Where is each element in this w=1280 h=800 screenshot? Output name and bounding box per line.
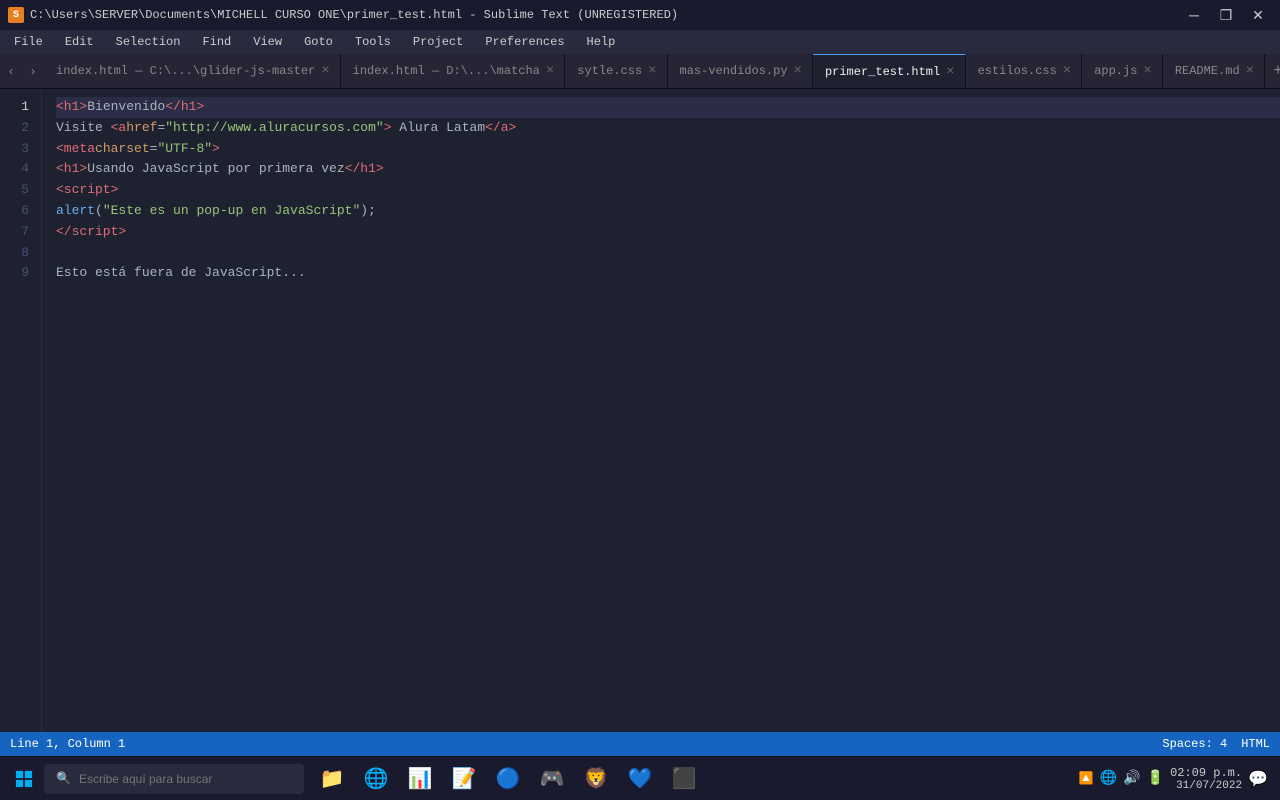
network-icon[interactable]: 🌐 xyxy=(1100,770,1117,787)
line-number: 7 xyxy=(0,222,29,243)
indentation-info[interactable]: Spaces: 4 xyxy=(1162,737,1227,751)
tab-tab8[interactable]: README.md × xyxy=(1163,54,1265,88)
taskbar-app-word[interactable]: 📝 xyxy=(444,759,484,799)
menu-item-preferences[interactable]: Preferences xyxy=(475,33,574,51)
battery-icon[interactable]: 🔋 xyxy=(1147,770,1164,787)
tab-tab7[interactable]: app.js × xyxy=(1082,54,1163,88)
window-controls: ─ ❐ ✕ xyxy=(1180,5,1272,25)
tab-close-icon[interactable]: × xyxy=(946,65,954,79)
clock-date: 31/07/2022 xyxy=(1170,780,1242,792)
status-left: Line 1, Column 1 xyxy=(10,737,125,751)
code-line[interactable]: alert("Este es un pop-up en JavaScript")… xyxy=(56,201,1280,222)
taskbar-app-cs-app[interactable]: 🎮 xyxy=(532,759,572,799)
code-line[interactable]: Esto está fuera de JavaScript... xyxy=(56,263,1280,284)
tab-tab6[interactable]: estilos.css × xyxy=(966,54,1083,88)
menu-item-project[interactable]: Project xyxy=(403,33,473,51)
tab-tab2[interactable]: index.html — D:\...\matcha × xyxy=(341,54,566,88)
tab-close-icon[interactable]: × xyxy=(648,64,656,78)
code-editor[interactable]: <h1>Bienvenido</h1>Visite <a href="http:… xyxy=(42,89,1280,732)
status-bar: Line 1, Column 1 Spaces: 4 HTML xyxy=(0,732,1280,756)
menu-item-goto[interactable]: Goto xyxy=(294,33,343,51)
tab-label: primer_test.html xyxy=(825,65,940,79)
new-tab-button[interactable]: + xyxy=(1265,54,1280,88)
tab-prev-button[interactable]: ‹ xyxy=(0,54,22,88)
tab-label: estilos.css xyxy=(978,64,1057,78)
line-number: 5 xyxy=(0,180,29,201)
search-icon: 🔍 xyxy=(56,771,71,786)
line-number: 8 xyxy=(0,243,29,264)
taskbar-app-icons: 📁🌐📊📝🔵🎮🦁💙⬛ xyxy=(312,759,704,799)
taskbar-app-brave[interactable]: 🦁 xyxy=(576,759,616,799)
menu-item-find[interactable]: Find xyxy=(192,33,241,51)
title-bar: S C:\Users\SERVER\Documents\MICHELL CURS… xyxy=(0,0,1280,30)
tab-close-icon[interactable]: × xyxy=(321,64,329,78)
tab-label: index.html — C:\...\glider-js-master xyxy=(56,64,315,78)
code-line[interactable]: <meta charset="UTF-8"> xyxy=(56,139,1280,160)
file-type[interactable]: HTML xyxy=(1241,737,1270,751)
menu-item-selection[interactable]: Selection xyxy=(106,33,191,51)
code-line[interactable]: </script> xyxy=(56,222,1280,243)
menu-bar: FileEditSelectionFindViewGotoToolsProjec… xyxy=(0,30,1280,54)
taskbar: 🔍 📁🌐📊📝🔵🎮🦁💙⬛ 🔼 🌐 🔊 🔋 02:09 p.m. 31/07/202… xyxy=(0,756,1280,800)
taskbar-app-vs-code[interactable]: 💙 xyxy=(620,759,660,799)
clock-time: 02:09 p.m. xyxy=(1170,766,1242,780)
code-line[interactable]: <h1>Usando JavaScript por primera vez</h… xyxy=(56,159,1280,180)
tab-label: mas-vendidos.py xyxy=(680,64,788,78)
cursor-position: Line 1, Column 1 xyxy=(10,737,125,751)
sublime-icon: S xyxy=(8,7,24,23)
line-number: 3 xyxy=(0,139,29,160)
code-line[interactable]: <h1>Bienvenido</h1> xyxy=(56,97,1280,118)
taskbar-app-edge-browser[interactable]: 🌐 xyxy=(356,759,396,799)
line-number: 1 xyxy=(0,97,29,118)
window-title: C:\Users\SERVER\Documents\MICHELL CURSO … xyxy=(30,8,678,22)
status-right: Spaces: 4 HTML xyxy=(1162,737,1270,751)
title-bar-left: S C:\Users\SERVER\Documents\MICHELL CURS… xyxy=(8,7,678,23)
line-number: 2 xyxy=(0,118,29,139)
line-number: 9 xyxy=(0,263,29,284)
windows-logo-icon xyxy=(15,770,33,788)
volume-icon[interactable]: 🔊 xyxy=(1123,770,1140,787)
tab-close-icon[interactable]: × xyxy=(794,64,802,78)
tab-tab4[interactable]: mas-vendidos.py × xyxy=(668,54,813,88)
tab-tab1[interactable]: index.html — C:\...\glider-js-master × xyxy=(44,54,341,88)
taskbar-search-input[interactable] xyxy=(79,772,279,786)
close-button[interactable]: ✕ xyxy=(1244,5,1272,25)
caret-up-icon[interactable]: 🔼 xyxy=(1079,771,1094,786)
tab-tab3[interactable]: sytle.css × xyxy=(565,54,667,88)
tab-close-icon[interactable]: × xyxy=(1246,64,1254,78)
tab-label: app.js xyxy=(1094,64,1137,78)
tab-label: README.md xyxy=(1175,64,1240,78)
taskbar-app-sublime[interactable]: ⬛ xyxy=(664,759,704,799)
tab-label: sytle.css xyxy=(577,64,642,78)
menu-item-tools[interactable]: Tools xyxy=(345,33,401,51)
taskbar-search-box[interactable]: 🔍 xyxy=(44,764,304,794)
menu-item-edit[interactable]: Edit xyxy=(55,33,104,51)
tab-close-icon[interactable]: × xyxy=(546,64,554,78)
tab-bar: ‹ › index.html — C:\...\glider-js-master… xyxy=(0,54,1280,89)
line-number: 6 xyxy=(0,201,29,222)
tab-close-icon[interactable]: × xyxy=(1143,64,1151,78)
minimize-button[interactable]: ─ xyxy=(1180,5,1208,25)
code-line[interactable]: Visite <a href="http://www.aluracursos.c… xyxy=(56,118,1280,139)
editor-area: 123456789 <h1>Bienvenido</h1>Visite <a h… xyxy=(0,89,1280,732)
menu-item-help[interactable]: Help xyxy=(577,33,626,51)
tab-next-button[interactable]: › xyxy=(22,54,44,88)
tab-tab5[interactable]: primer_test.html × xyxy=(813,54,966,88)
code-line[interactable]: <script> xyxy=(56,180,1280,201)
code-line[interactable] xyxy=(56,243,1280,264)
line-numbers: 123456789 xyxy=(0,89,42,732)
taskbar-app-chrome[interactable]: 🔵 xyxy=(488,759,528,799)
line-number: 4 xyxy=(0,159,29,180)
maximize-button[interactable]: ❐ xyxy=(1212,5,1240,25)
tab-close-icon[interactable]: × xyxy=(1063,64,1071,78)
tab-label: index.html — D:\...\matcha xyxy=(353,64,540,78)
menu-item-file[interactable]: File xyxy=(4,33,53,51)
system-clock[interactable]: 02:09 p.m. 31/07/2022 xyxy=(1170,766,1242,792)
taskbar-app-excel[interactable]: 📊 xyxy=(400,759,440,799)
start-button[interactable] xyxy=(4,759,44,799)
taskbar-app-windows-explorer[interactable]: 📁 xyxy=(312,759,352,799)
notification-button[interactable]: 💬 xyxy=(1248,769,1268,789)
taskbar-system-tray: 🔼 🌐 🔊 🔋 02:09 p.m. 31/07/2022 💬 xyxy=(1079,766,1276,792)
menu-item-view[interactable]: View xyxy=(243,33,292,51)
